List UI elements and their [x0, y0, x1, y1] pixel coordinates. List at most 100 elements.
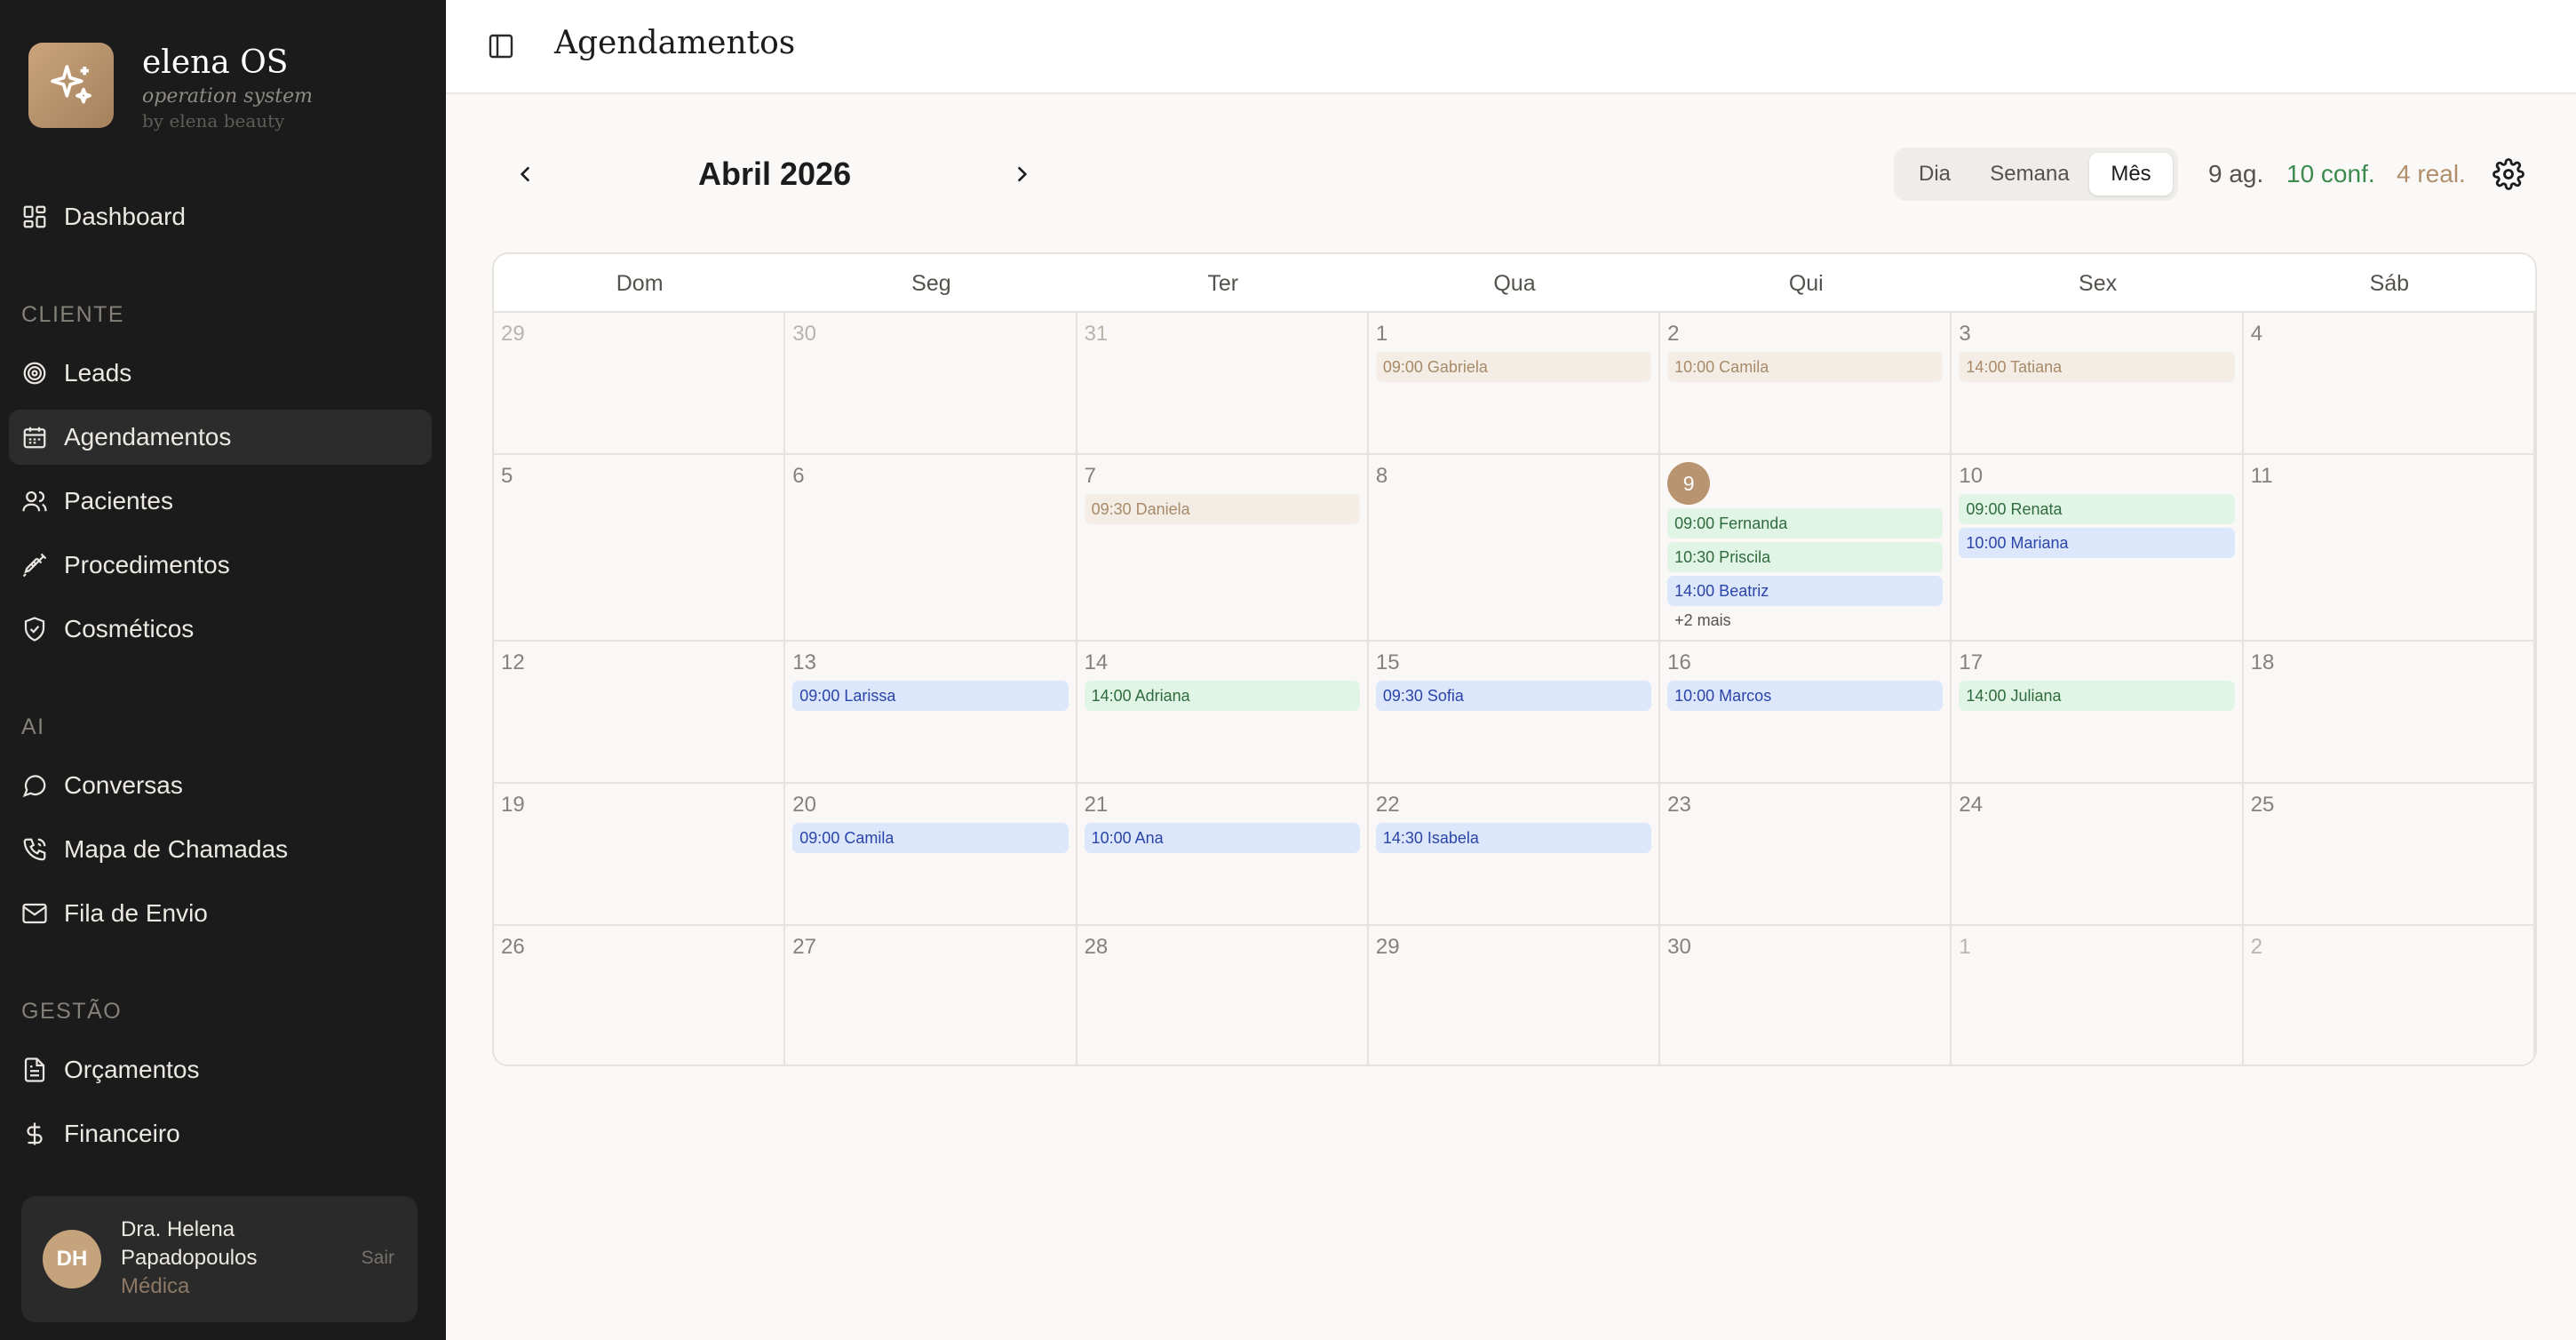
sidebar-item-agendamentos[interactable]: Agendamentos — [9, 410, 432, 465]
sidebar-item-cosmeticos[interactable]: Cosméticos — [9, 602, 432, 657]
phone-call-icon — [23, 838, 46, 861]
calendar-day-cell[interactable]: 2 — [2243, 926, 2535, 1065]
stat-done: 4 real. — [2397, 160, 2466, 187]
appointment-chip[interactable]: 09:30 Daniela — [1084, 494, 1360, 524]
nav-section-ai: AI — [21, 714, 45, 739]
calendar-day-cell[interactable]: 29 — [1368, 926, 1661, 1065]
appointment-chip[interactable]: 14:00 Juliana — [1959, 681, 2235, 711]
appointment-chip[interactable]: 14:00 Adriana — [1084, 681, 1360, 711]
calendar-day-cell[interactable]: 18 — [2243, 642, 2535, 784]
weekday-label: Qua — [1493, 271, 1536, 296]
calendar-day-cell[interactable]: 24 — [1952, 784, 2244, 926]
day-number: 1 — [1959, 935, 1971, 959]
month-title: Abril 2026 — [698, 156, 852, 192]
appointment-chip[interactable]: 14:00 Beatriz — [1667, 576, 1944, 606]
day-number: 7 — [1084, 464, 1096, 488]
syringe-icon — [22, 553, 47, 578]
month-calendar: Dom Seg Ter Qua Qui Sex Sáb 29 30 31 1 09:00 Gabri… — [492, 252, 2537, 1066]
appointment-chip[interactable]: 09:00 Camila — [792, 823, 1069, 853]
calendar-day-cell[interactable]: 1 — [1952, 926, 2244, 1065]
calendar-day-cell[interactable]: 30 — [785, 313, 1077, 455]
day-number: 31 — [1084, 322, 1109, 346]
calendar-day-cell[interactable]: 10 09:00 Renata 10:00 Mariana — [1952, 455, 2244, 642]
appointment-chip[interactable]: 10:00 Marcos — [1667, 681, 1944, 711]
calendar-day-cell[interactable]: 22 14:30 Isabela — [1368, 784, 1661, 926]
main-content: Agendamentos Abril 2026 Dia Semana Mês 9… — [446, 0, 2576, 1340]
calendar-day-cell[interactable]: 30 — [1660, 926, 1952, 1065]
calendar-day-cell[interactable]: 12 — [494, 642, 786, 784]
appointment-chip[interactable]: 09:30 Sofia — [1375, 681, 1652, 711]
prev-month-button[interactable] — [508, 153, 544, 195]
day-number: 25 — [2250, 793, 2275, 817]
appointment-chip[interactable]: 09:00 Fernanda — [1667, 508, 1944, 538]
appointment-chip[interactable]: 10:00 Mariana — [1959, 528, 2235, 558]
brand: elena OS operation system by elena beaut… — [28, 43, 313, 132]
calendar-day-cell[interactable]: 23 — [1660, 784, 1952, 926]
day-number: 2 — [1667, 322, 1680, 346]
sidebar-item-financeiro[interactable]: Financeiro — [9, 1106, 432, 1161]
calendar-day-cell[interactable]: 19 — [494, 784, 786, 926]
calendar-day-cell[interactable]: 21 10:00 Ana — [1077, 784, 1369, 926]
calendar-day-cell[interactable]: 27 — [785, 926, 1077, 1065]
day-number: 6 — [792, 464, 805, 488]
calendar-day-cell[interactable]: 3 14:00 Tatiana — [1952, 313, 2244, 455]
calendar-day-cell[interactable]: 7 09:30 Daniela — [1077, 455, 1369, 642]
day-number: 1 — [1375, 322, 1388, 346]
calendar-day-cell[interactable]: 2 10:00 Camila — [1660, 313, 1952, 455]
appointment-chip[interactable]: 14:00 Tatiana — [1959, 352, 2235, 382]
view-semana-button[interactable]: Semana — [1974, 153, 2086, 195]
sidebar-item-procedimentos[interactable]: Procedimentos — [9, 538, 432, 593]
calendar-day-cell[interactable]: 26 — [494, 926, 786, 1065]
calendar-day-cell[interactable]: 9 09:00 Fernanda 10:30 Priscila 14:00 Beatr… — [1660, 455, 1952, 642]
calendar-day-cell[interactable]: 5 — [494, 455, 786, 642]
sidebar-item-label: Dashboard — [64, 203, 186, 230]
calendar-day-cell[interactable]: 11 — [2243, 455, 2535, 642]
calendar-day-cell[interactable]: 1 09:00 Gabriela — [1368, 313, 1661, 455]
brand-by: by elena beauty — [142, 110, 285, 132]
appointment-chip[interactable]: 14:30 Isabela — [1375, 823, 1652, 853]
day-number: 19 — [501, 793, 525, 817]
chevron-right-icon — [1017, 166, 1028, 182]
calendar-day-cell[interactable]: 31 — [1077, 313, 1369, 455]
calendar-day-cell[interactable]: 14 14:00 Adriana — [1077, 642, 1369, 784]
appointment-chip[interactable]: 09:00 Larissa — [792, 681, 1069, 711]
sidebar-item-leads[interactable]: Leads — [9, 346, 432, 401]
sidebar-item-orcamentos[interactable]: Orçamentos — [9, 1042, 432, 1097]
calendar-day-cell[interactable]: 28 — [1077, 926, 1369, 1065]
appointment-chip[interactable]: 09:00 Renata — [1959, 494, 2235, 524]
calendar-day-cell[interactable]: 6 — [785, 455, 1077, 642]
sidebar-item-mapa-de-chamadas[interactable]: Mapa de Chamadas — [9, 822, 432, 877]
settings-gear-icon[interactable] — [2493, 158, 2524, 190]
shield-check-icon — [24, 617, 45, 642]
logout-button[interactable]: Sair — [362, 1248, 394, 1269]
day-number: 4 — [2250, 322, 2263, 346]
calendar-day-cell[interactable]: 13 09:00 Larissa — [785, 642, 1077, 784]
calendar-day-cell[interactable]: 25 — [2243, 784, 2535, 926]
calendar-day-cell[interactable]: 20 09:00 Camila — [785, 784, 1077, 926]
more-appointments-link[interactable]: +2 mais — [1674, 611, 1731, 630]
view-mes-button[interactable]: Mês — [2089, 153, 2173, 195]
view-dia-button[interactable]: Dia — [1899, 153, 1970, 195]
appointment-chip[interactable]: 10:00 Ana — [1084, 823, 1360, 853]
day-number: 20 — [792, 793, 816, 817]
sidebar-toggle-icon[interactable] — [487, 32, 515, 60]
user-role: Médica — [121, 1274, 190, 1298]
calendar-day-cell[interactable]: 29 — [494, 313, 786, 455]
sidebar-item-fila-de-envio[interactable]: Fila de Envio — [9, 886, 432, 941]
sidebar-item-label: Orçamentos — [64, 1056, 200, 1083]
appointment-chip[interactable]: 10:30 Priscila — [1667, 542, 1944, 572]
sidebar-item-pacientes[interactable]: Pacientes — [9, 474, 432, 529]
calendar-day-cell[interactable]: 4 — [2243, 313, 2535, 455]
user-card: DH Dra. Helena Papadopoulos Médica Sair — [21, 1196, 417, 1322]
calendar-day-cell[interactable]: 15 09:30 Sofia — [1368, 642, 1661, 784]
sidebar-item-conversas[interactable]: Conversas — [9, 758, 432, 813]
sidebar-item-label: Conversas — [64, 771, 183, 799]
calendar-day-cell[interactable]: 8 — [1368, 455, 1661, 642]
sidebar-item-label: Pacientes — [64, 487, 173, 514]
next-month-button[interactable] — [1004, 153, 1039, 195]
sidebar-item-dashboard[interactable]: Dashboard — [9, 189, 432, 244]
calendar-day-cell[interactable]: 16 10:00 Marcos — [1660, 642, 1952, 784]
appointment-chip[interactable]: 09:00 Gabriela — [1375, 352, 1652, 382]
appointment-chip[interactable]: 10:00 Camila — [1667, 352, 1944, 382]
calendar-day-cell[interactable]: 17 14:00 Juliana — [1952, 642, 2244, 784]
